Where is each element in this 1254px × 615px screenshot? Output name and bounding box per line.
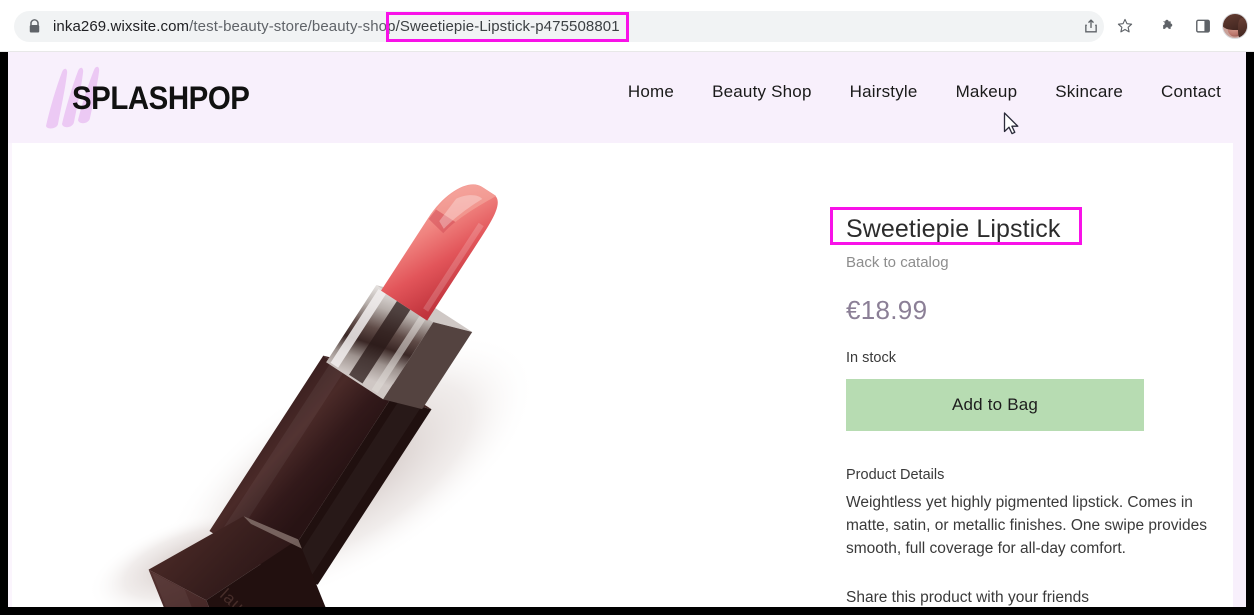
logo-text: SPLASHPOP (72, 80, 250, 116)
profile-avatar[interactable] (1222, 13, 1248, 39)
url-tail: p/Sweetiepie-Lipstick-p475508801 (387, 18, 620, 35)
back-to-catalog-link[interactable]: Back to catalog (846, 254, 949, 271)
product-price: €18.99 (846, 295, 928, 325)
site-header: SPLASHPOP Home Beauty Shop Hairstyle Mak… (8, 52, 1246, 143)
site-logo[interactable]: SPLASHPOP (28, 66, 258, 132)
add-to-bag-button[interactable]: Add to Bag (846, 379, 1144, 431)
product-info-panel: Sweetiepie Lipstick Back to catalog €18.… (830, 143, 1238, 607)
product-image[interactable]: laura mercier (28, 143, 828, 607)
url-path: /test-beauty-store/beauty-sho (189, 18, 388, 35)
stock-status: In stock (846, 350, 896, 366)
share-icon (1085, 19, 1097, 33)
url-host: inka269.wixsite.com (53, 18, 190, 35)
lock-icon (29, 19, 40, 33)
main-navigation: Home Beauty Shop Hairstyle Makeup Skinca… (628, 82, 1221, 102)
product-details-text: Weightless yet highly pigmented lipstick… (846, 494, 1207, 557)
side-panel-button[interactable] (1186, 10, 1220, 42)
bookmark-button[interactable] (1108, 10, 1142, 42)
browser-toolbar: inka269.wixsite.com/test-beauty-store/be… (0, 0, 1254, 52)
extensions-button[interactable] (1152, 10, 1186, 42)
left-edge-strip (8, 143, 12, 607)
nav-item-home[interactable]: Home (628, 82, 674, 102)
share-heading: Share this product with your friends (846, 589, 1089, 606)
avatar-hair-side (1238, 18, 1247, 38)
side-panel-icon (1196, 19, 1210, 33)
nav-item-hairstyle[interactable]: Hairstyle (850, 82, 918, 102)
browser-window: inka269.wixsite.com/test-beauty-store/be… (0, 0, 1254, 615)
product-title: Sweetiepie Lipstick (846, 215, 1061, 243)
page-content: laura mercier Sweetiepie Lipstick Back t… (8, 143, 1246, 607)
puzzle-piece-icon (1163, 19, 1173, 29)
lipstick-photo: laura mercier (28, 143, 828, 607)
product-details-heading: Product Details (846, 467, 945, 483)
address-bar[interactable]: inka269.wixsite.com/test-beauty-store/be… (14, 11, 1104, 42)
star-icon (1117, 18, 1133, 33)
toolbar-icons (1074, 10, 1248, 42)
url-text: inka269.wixsite.com/test-beauty-store/be… (53, 18, 620, 35)
website-viewport: SPLASHPOP Home Beauty Shop Hairstyle Mak… (8, 52, 1246, 607)
nav-item-skincare[interactable]: Skincare (1055, 82, 1123, 102)
page-frame: SPLASHPOP Home Beauty Shop Hairstyle Mak… (0, 52, 1254, 615)
nav-item-makeup[interactable]: Makeup (956, 82, 1018, 102)
share-button[interactable] (1074, 10, 1108, 42)
nav-item-beauty-shop[interactable]: Beauty Shop (712, 82, 812, 102)
nav-item-contact[interactable]: Contact (1161, 82, 1221, 102)
